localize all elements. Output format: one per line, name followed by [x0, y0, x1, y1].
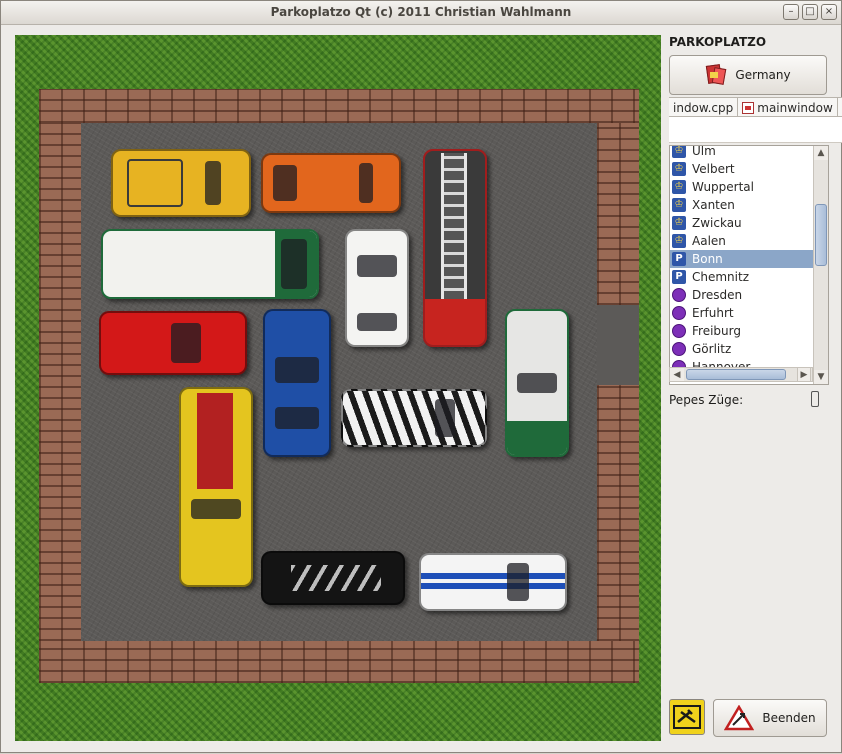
- level-name: Xanten: [692, 198, 735, 212]
- level-item[interactable]: Dresden: [670, 286, 814, 304]
- brick-wall-top: [39, 89, 639, 123]
- car-fire-truck[interactable]: [423, 149, 487, 347]
- car-white-striped[interactable]: [419, 553, 567, 611]
- quit-button[interactable]: Beenden: [713, 699, 827, 737]
- level-name: Erfuhrt: [692, 306, 734, 320]
- purple-dot-icon: [672, 324, 686, 338]
- car-police-suv[interactable]: [505, 309, 569, 457]
- window-controls: – □ ×: [783, 4, 837, 20]
- level-item[interactable]: P Chemnitz: [670, 268, 814, 286]
- country-label: Germany: [735, 68, 791, 82]
- level-list-horizontal-scrollbar[interactable]: ◀: [669, 367, 813, 382]
- level-item[interactable]: ♔ Ulm: [670, 145, 814, 160]
- trophy-icon: ♔: [672, 180, 686, 194]
- tab-mainwindow[interactable]: mainwindow: [738, 98, 838, 116]
- minimize-button[interactable]: –: [783, 4, 799, 20]
- level-name: Chemnitz: [692, 270, 749, 284]
- level-name: Ulm: [692, 145, 716, 158]
- trophy-icon: ♔: [672, 146, 686, 158]
- level-name: Dresden: [692, 288, 743, 302]
- close-button[interactable]: ×: [821, 4, 837, 20]
- scroll-right-arrow-icon[interactable]: ▶: [797, 367, 811, 382]
- car-orange-van[interactable]: [261, 153, 401, 213]
- car-yellow-tow-truck[interactable]: [179, 387, 253, 587]
- scroll-left-arrow-icon[interactable]: ◀: [670, 368, 684, 381]
- brick-wall-bottom: [39, 641, 639, 683]
- scroll-thumb[interactable]: [815, 204, 827, 266]
- car-zebra[interactable]: [341, 389, 487, 447]
- level-name: Freiburg: [692, 324, 741, 338]
- maximize-button[interactable]: □: [802, 4, 818, 20]
- purple-dot-icon: [672, 342, 686, 356]
- brick-wall-right-lower: [597, 385, 639, 641]
- level-item[interactable]: P Bonn: [670, 250, 814, 268]
- level-name: Wuppertal: [692, 180, 754, 194]
- parking-icon: P: [672, 270, 686, 284]
- tab-strip: indow.cpp mainwindow: [669, 97, 842, 117]
- car-black-hotrod[interactable]: [261, 551, 405, 605]
- sidebar: PARKOPLATZO Germany indow.cpp mainwindow…: [665, 25, 842, 754]
- app-window: Parkoplatzo Qt (c) 2011 Christian Wahlma…: [0, 0, 842, 753]
- car-yellow-jeep[interactable]: [111, 149, 251, 217]
- level-item[interactable]: Erfuhrt: [670, 304, 814, 322]
- level-name: Bonn: [692, 252, 723, 266]
- level-name: Velbert: [692, 162, 735, 176]
- trophy-icon: ♔: [672, 162, 686, 176]
- country-button[interactable]: Germany: [669, 55, 827, 95]
- moves-label: Pepes Züge:: [669, 393, 744, 407]
- trophy-icon: ♔: [672, 198, 686, 212]
- scroll-up-arrow-icon[interactable]: ▲: [814, 146, 828, 160]
- car-white-sedan[interactable]: [345, 229, 409, 347]
- car-red-sports[interactable]: [99, 311, 247, 375]
- trophy-icon: ♔: [672, 216, 686, 230]
- purple-dot-icon: [672, 306, 686, 320]
- level-list-items: ♔ Ulm ♔ Velbert ♔ Wuppertal ♔ Xanten ♔ Zwickau ♔ Aa…: [670, 145, 814, 376]
- file-icon: [742, 102, 755, 114]
- app-name: PARKOPLATZO: [669, 35, 767, 49]
- quit-label: Beenden: [762, 711, 816, 725]
- hscroll-thumb[interactable]: [686, 369, 786, 380]
- tab-window-cpp[interactable]: indow.cpp: [669, 98, 739, 116]
- level-item[interactable]: ♔ Zwickau: [670, 214, 814, 232]
- level-list[interactable]: ♔ Ulm ♔ Velbert ♔ Wuppertal ♔ Xanten ♔ Zwickau ♔ Aa…: [669, 145, 829, 385]
- level-item[interactable]: ♔ Velbert: [670, 160, 814, 178]
- window-title: Parkoplatzo Qt (c) 2011 Christian Wahlma…: [270, 5, 572, 19]
- level-item[interactable]: ♔ Aalen: [670, 232, 814, 250]
- warning-exit-icon: [724, 705, 755, 731]
- scroll-down-arrow-icon[interactable]: ▼: [814, 370, 828, 384]
- game-board[interactable]: [15, 35, 661, 741]
- moves-counter: [811, 391, 819, 407]
- level-list-vertical-scrollbar[interactable]: ▲ ▼: [813, 146, 828, 384]
- purple-dot-icon: [672, 288, 686, 302]
- hint-button[interactable]: [669, 699, 705, 735]
- level-name: Görlitz: [692, 342, 732, 356]
- level-item[interactable]: ♔ Xanten: [670, 196, 814, 214]
- title-bar[interactable]: Parkoplatzo Qt (c) 2011 Christian Wahlma…: [1, 1, 841, 25]
- trophy-icon: ♔: [672, 234, 686, 248]
- brick-wall-right-upper: [597, 123, 639, 305]
- cards-icon: [705, 63, 727, 87]
- parking-icon: P: [672, 252, 686, 266]
- brick-wall-left: [39, 123, 81, 641]
- level-name: Aalen: [692, 234, 726, 248]
- parking-exit: [597, 305, 639, 385]
- blank-panel: [669, 117, 842, 143]
- level-item[interactable]: Görlitz: [670, 340, 814, 358]
- level-item[interactable]: ♔ Wuppertal: [670, 178, 814, 196]
- level-name: Zwickau: [692, 216, 742, 230]
- wrench-icon: [673, 705, 701, 729]
- level-item[interactable]: Freiburg: [670, 322, 814, 340]
- car-blue-coupe[interactable]: [263, 309, 331, 457]
- car-white-police-bus[interactable]: [101, 229, 319, 299]
